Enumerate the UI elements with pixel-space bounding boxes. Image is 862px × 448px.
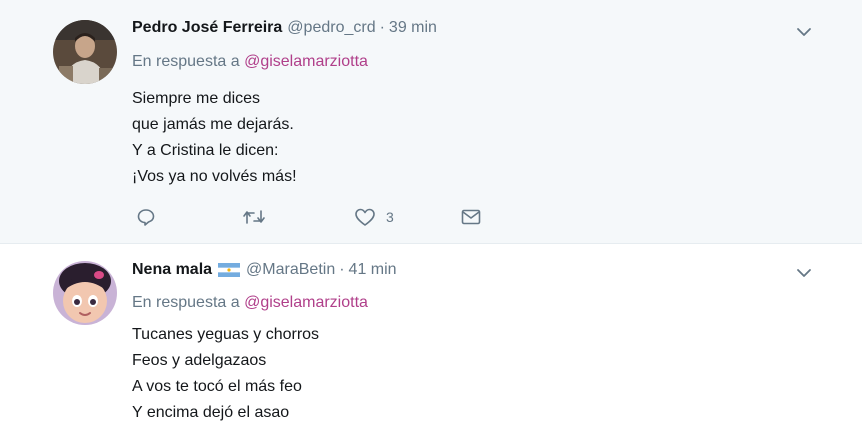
tweet-text-line: que jamás me dejarás. <box>132 116 294 133</box>
like-button[interactable]: 3 <box>354 205 394 229</box>
reply-bubble-icon <box>136 207 156 227</box>
tweet[interactable]: Nena mala @MaraBetin · 41 min En respues… <box>0 245 862 448</box>
chevron-down-icon[interactable] <box>794 263 814 283</box>
reply-mention[interactable]: @giselamarziotta <box>244 294 368 311</box>
separator: · <box>339 261 345 278</box>
tweet-text-line: Tucanes yeguas y chorros <box>132 326 320 343</box>
tweet-header: Pedro José Ferreira @pedro_crd · 39 min <box>132 19 437 37</box>
tweet-text-line: ¡Vos ya no volvés más! <box>132 168 297 185</box>
argentina-flag-icon <box>218 263 241 277</box>
tweet-text-line: Feos y adelgazaos <box>132 352 267 369</box>
chevron-down-icon[interactable] <box>794 22 814 42</box>
reply-prefix: En respuesta a <box>132 53 240 70</box>
tweet-text: Siempre me dices que jamás me dejarás. Y… <box>132 86 297 190</box>
reply-context: En respuesta a @giselamarziotta <box>132 53 368 71</box>
author-name[interactable]: Nena mala <box>132 261 212 279</box>
tweet-text-line: Y a Cristina le dicen: <box>132 142 279 159</box>
avatar[interactable] <box>53 20 117 84</box>
reply-prefix: En respuesta a <box>132 294 240 311</box>
tweet-text-line: Y encima dejó el asao <box>132 404 290 421</box>
reply-context: En respuesta a @giselamarziotta <box>132 294 368 312</box>
retweet-icon <box>242 207 266 227</box>
tweet-header: Nena mala @MaraBetin · 41 min <box>132 261 397 279</box>
heart-icon <box>354 207 376 227</box>
separator: · <box>379 19 385 36</box>
direct-message-button[interactable] <box>460 205 482 229</box>
author-name[interactable]: Pedro José Ferreira <box>132 19 282 37</box>
timestamp[interactable]: 39 min <box>389 19 437 37</box>
avatar[interactable] <box>53 261 117 325</box>
timestamp[interactable]: 41 min <box>349 261 397 279</box>
author-handle[interactable]: @pedro_crd <box>287 19 375 37</box>
author-handle[interactable]: @MaraBetin <box>246 261 335 279</box>
tweet-actions: 3 <box>132 205 492 229</box>
tweet[interactable]: Pedro José Ferreira @pedro_crd · 39 min … <box>0 0 862 244</box>
reply-mention[interactable]: @giselamarziotta <box>244 53 368 70</box>
retweet-button[interactable] <box>242 205 266 229</box>
envelope-icon <box>460 207 482 227</box>
like-count: 3 <box>386 209 394 225</box>
tweet-text-line: A vos te tocó el más feo <box>132 378 302 395</box>
tweet-text: Tucanes yeguas y chorros Feos y adelgaza… <box>132 322 319 426</box>
tweet-text-line: Siempre me dices <box>132 90 261 107</box>
reply-button[interactable] <box>136 205 156 229</box>
